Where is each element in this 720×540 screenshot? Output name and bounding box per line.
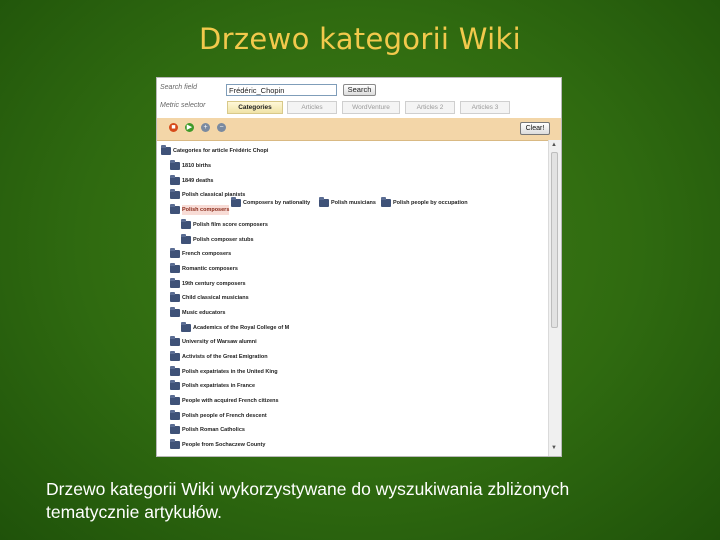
folder-icon: [170, 410, 180, 420]
scroll-down-icon[interactable]: ▼: [551, 445, 557, 451]
clear-button[interactable]: Clear!: [520, 122, 550, 135]
folder-icon: [170, 175, 180, 185]
search-button[interactable]: Search: [343, 84, 376, 96]
folder-icon: [170, 307, 180, 317]
tree-node-label: Activists of the Great Emigration: [182, 354, 268, 360]
folder-icon: [170, 189, 180, 199]
folder-icon: [170, 278, 180, 288]
tree-node-label: Polish composers: [182, 205, 230, 215]
metric-selector-label: Metric selector: [160, 102, 206, 109]
folder-icon: [170, 248, 180, 258]
zoom-out-icon[interactable]: −: [217, 123, 226, 132]
tree-node-label: Child classical musicians: [182, 295, 249, 301]
folder-icon: [170, 204, 180, 214]
folder-icon: [170, 336, 180, 346]
tree-node-label: Polish expatriates in the United King: [182, 369, 278, 375]
folder-icon: [170, 292, 180, 302]
search-input[interactable]: [226, 84, 337, 96]
tree-node-label: University of Warsaw alumni: [182, 339, 257, 345]
folder-icon: [170, 439, 180, 449]
forward-icon[interactable]: ▶: [185, 123, 194, 132]
search-bar: Search field Search Metric selector Cate…: [157, 78, 561, 118]
zoom-in-icon[interactable]: +: [201, 123, 210, 132]
tab-articles[interactable]: Articles: [287, 101, 337, 114]
folder-icon: [231, 197, 241, 207]
tree-node-label: 1849 deaths: [182, 178, 214, 184]
category-tree: Categories for article Frédéric Chopi 18…: [157, 140, 549, 456]
folder-icon: [161, 145, 171, 155]
tree-node-label: Polish composer stubs: [193, 237, 254, 243]
tree-node-label: Categories for article Frédéric Chopi: [173, 148, 269, 154]
folder-icon: [170, 263, 180, 273]
scrollbar-thumb[interactable]: [551, 152, 558, 328]
folder-icon: [170, 160, 180, 170]
toolbar: ■ ▶ + − Clear!: [157, 118, 561, 141]
tree-node-label: Music educators: [182, 310, 226, 316]
tree-node-label: Polish people by occupation: [393, 200, 468, 206]
tree-node-label: Romantic composers: [182, 266, 238, 272]
tree-node-label: Academics of the Royal College of M: [193, 325, 290, 331]
scroll-up-icon[interactable]: ▲: [551, 142, 557, 148]
folder-icon: [381, 197, 391, 207]
folder-icon: [319, 197, 329, 207]
tree-node-label: Polish expatriates in France: [182, 383, 256, 389]
folder-icon: [181, 234, 191, 244]
folder-icon: [170, 351, 180, 361]
tab-wordventure[interactable]: WordVenture: [342, 101, 400, 114]
slide-title: Drzewo kategorii Wiki: [199, 22, 521, 56]
tree-node-label: Polish people of French descent: [182, 413, 267, 419]
tree-node-label: 19th century composers: [182, 281, 246, 287]
vertical-scrollbar[interactable]: ▲ ▼: [548, 140, 561, 456]
folder-icon: [170, 395, 180, 405]
stop-icon[interactable]: ■: [169, 123, 178, 132]
tree-node-label: French composers: [182, 251, 232, 257]
tree-node-label: People with acquired French citizens: [182, 398, 279, 404]
folder-icon: [170, 380, 180, 390]
tree-node-label: 1810 births: [182, 163, 212, 169]
tab-articles-2[interactable]: Articles 2: [405, 101, 455, 114]
folder-icon: [181, 322, 191, 332]
folder-icon: [181, 219, 191, 229]
tree-node-label: Polish musicians: [331, 200, 376, 206]
tab-categories[interactable]: Categories: [227, 101, 283, 114]
tree-node-label: Polish Roman Catholics: [182, 427, 245, 433]
category-browser-window: Search field Search Metric selector Cate…: [156, 77, 562, 457]
tab-articles-3[interactable]: Articles 3: [460, 101, 510, 114]
tree-node-label: Polish film score composers: [193, 222, 268, 228]
tree-node-label: Composers by nationality: [243, 200, 311, 206]
search-field-label: Search field: [160, 84, 197, 91]
folder-icon: [170, 366, 180, 376]
slide-caption: Drzewo kategorii Wiki wykorzystywane do …: [46, 479, 570, 522]
tree-node-label: People from Sochaczew County: [182, 442, 266, 448]
folder-icon: [170, 424, 180, 434]
